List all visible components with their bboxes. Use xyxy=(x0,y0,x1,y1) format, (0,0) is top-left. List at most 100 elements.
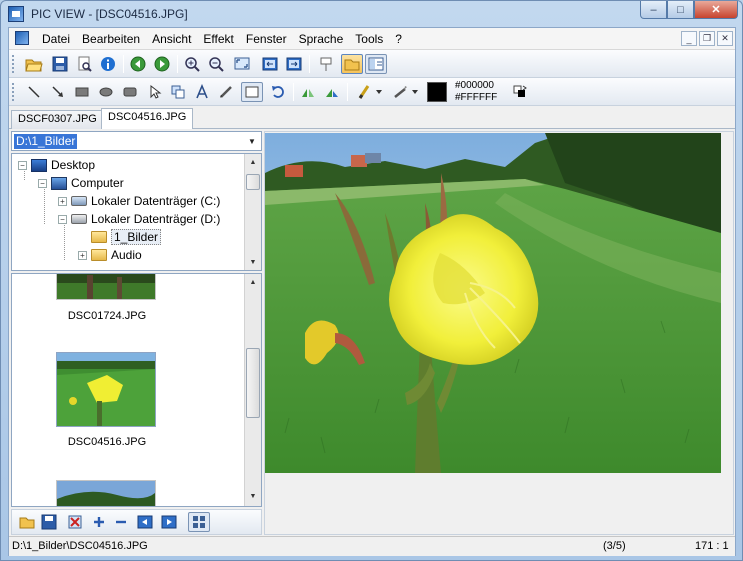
pin-icon[interactable] xyxy=(315,54,337,74)
title-bar[interactable]: PIC VIEW - [DSC04516.JPG] – □ ✕ xyxy=(1,1,742,27)
delete-image-icon[interactable] xyxy=(64,512,86,532)
mdi-restore-button[interactable]: ❐ xyxy=(699,31,715,46)
main-photo[interactable] xyxy=(265,133,721,473)
toolbar-grip[interactable] xyxy=(12,55,15,73)
thumbnail-view-icon[interactable] xyxy=(188,512,210,532)
ellipse-tool-icon[interactable] xyxy=(95,82,117,102)
line-tool-icon[interactable] xyxy=(23,82,45,102)
menu-datei[interactable]: Datei xyxy=(37,32,77,46)
menu-help[interactable]: ? xyxy=(390,32,409,46)
rectangle-tool-icon[interactable] xyxy=(71,82,93,102)
tree-item-label: Computer xyxy=(71,176,124,190)
drive-icon xyxy=(71,196,87,206)
open-folder-icon[interactable] xyxy=(16,512,38,532)
status-bar: D:\1_Bilder\DSC04516.JPG (3/5) 171 : 1 xyxy=(9,536,735,556)
thumbnail-list: DSC01724.JPG DSC04516.JPG ▲ ▼ xyxy=(11,273,262,507)
main-toolbar xyxy=(9,50,735,78)
remove-icon[interactable] xyxy=(110,512,132,532)
next-page-icon[interactable] xyxy=(158,512,180,532)
mdi-close-button[interactable]: ✕ xyxy=(717,31,733,46)
chevron-down-icon[interactable]: ▼ xyxy=(245,134,259,148)
tree-item-label: Desktop xyxy=(51,158,96,172)
thumbnail-scrollbar[interactable]: ▲ ▼ xyxy=(244,274,261,506)
path-combobox[interactable]: D:\1_Bilder ▼ xyxy=(11,131,262,151)
scrollbar-thumb[interactable] xyxy=(246,174,260,190)
browser-mode-icon[interactable] xyxy=(341,54,363,74)
expand-icon[interactable]: + xyxy=(78,250,87,260)
close-button[interactable]: ✕ xyxy=(694,1,738,19)
image-viewer[interactable] xyxy=(264,131,734,535)
fit-width-icon[interactable] xyxy=(259,54,281,74)
filled-rect-tool-icon[interactable] xyxy=(119,82,141,102)
pen-tool-icon[interactable] xyxy=(215,82,237,102)
scroll-up-icon[interactable]: ▲ xyxy=(245,154,261,170)
fit-screen-icon[interactable] xyxy=(231,54,253,74)
zoom-out-icon[interactable] xyxy=(205,54,227,74)
next-icon[interactable] xyxy=(151,54,173,74)
folder-icon xyxy=(91,231,107,243)
app-icon[interactable] xyxy=(8,6,24,22)
scroll-down-icon[interactable]: ▼ xyxy=(245,488,261,504)
previous-icon[interactable] xyxy=(127,54,149,74)
collapse-icon[interactable]: − xyxy=(18,160,27,170)
fit-height-icon[interactable] xyxy=(283,54,305,74)
paint-dropdown-icon[interactable] xyxy=(409,82,421,102)
color-swatch[interactable] xyxy=(427,82,447,102)
explorer-view-icon[interactable] xyxy=(365,54,387,74)
save-icon[interactable] xyxy=(49,54,71,74)
flip-icon[interactable] xyxy=(321,82,343,102)
thumbnail-image[interactable] xyxy=(56,274,156,300)
text-tool-icon[interactable] xyxy=(191,82,213,102)
zoom-in-icon[interactable] xyxy=(181,54,203,74)
menu-bearbeiten[interactable]: Bearbeiten xyxy=(77,32,147,46)
mirror-icon[interactable] xyxy=(297,82,319,102)
tab-dscf0307[interactable]: DSCF0307.JPG xyxy=(11,110,104,129)
print-preview-icon[interactable] xyxy=(73,54,95,74)
undo-icon[interactable] xyxy=(267,82,289,102)
clone-tool-icon[interactable] xyxy=(167,82,189,102)
arrow-tool-icon[interactable] xyxy=(47,82,69,102)
paint-icon[interactable] xyxy=(389,82,411,102)
tree-item-1-bilder[interactable]: 1_Bilder xyxy=(91,228,162,246)
previous-page-icon[interactable] xyxy=(134,512,156,532)
computer-icon xyxy=(51,176,67,190)
tree-item-drive-c[interactable]: + Lokaler Datenträger (C:) xyxy=(58,192,220,210)
window-title: PIC VIEW - [DSC04516.JPG] xyxy=(31,7,188,21)
folder-icon xyxy=(91,249,107,261)
menu-effekt[interactable]: Effekt xyxy=(198,32,240,46)
save-icon[interactable] xyxy=(38,512,60,532)
drive-icon xyxy=(71,214,87,224)
add-icon[interactable] xyxy=(88,512,110,532)
swap-colors-icon[interactable] xyxy=(509,82,531,102)
background-color-code: #FFFFFF xyxy=(455,92,498,103)
menu-tools[interactable]: Tools xyxy=(350,32,390,46)
brush-icon[interactable] xyxy=(353,82,375,102)
pointer-tool-icon[interactable] xyxy=(143,82,165,102)
maximize-button[interactable]: □ xyxy=(667,1,694,19)
scroll-up-icon[interactable]: ▲ xyxy=(245,274,261,290)
mdi-minimize-button[interactable]: _ xyxy=(681,31,697,46)
collapse-icon[interactable]: − xyxy=(58,214,67,224)
open-folder-icon[interactable] xyxy=(23,54,45,74)
tree-item-computer[interactable]: − Computer xyxy=(38,174,124,192)
brush-dropdown-icon[interactable] xyxy=(373,82,385,102)
tree-item-drive-d[interactable]: − Lokaler Datenträger (D:) xyxy=(58,210,220,228)
collapse-icon[interactable]: − xyxy=(38,178,47,188)
tree-scrollbar[interactable]: ▲ ▼ xyxy=(244,154,261,270)
thumbnail-image-selected[interactable] xyxy=(56,352,156,427)
scroll-down-icon[interactable]: ▼ xyxy=(245,254,261,270)
tab-dsc04516[interactable]: DSC04516.JPG xyxy=(101,108,194,129)
menu-fenster[interactable]: Fenster xyxy=(241,32,294,46)
tree-item-desktop[interactable]: − Desktop xyxy=(18,156,95,174)
scrollbar-thumb[interactable] xyxy=(246,348,260,418)
tree-item-audio[interactable]: + Audio xyxy=(78,246,142,264)
thumbnail-image[interactable] xyxy=(56,480,156,506)
menu-sprache[interactable]: Sprache xyxy=(294,32,351,46)
toolbar-grip[interactable] xyxy=(12,83,15,101)
minimize-button[interactable]: – xyxy=(640,1,667,19)
expand-icon[interactable]: + xyxy=(58,196,67,206)
selection-tool-icon[interactable] xyxy=(241,82,263,102)
menu-ansicht[interactable]: Ansicht xyxy=(147,32,198,46)
document-icon[interactable] xyxy=(15,31,29,45)
info-icon[interactable] xyxy=(97,54,119,74)
